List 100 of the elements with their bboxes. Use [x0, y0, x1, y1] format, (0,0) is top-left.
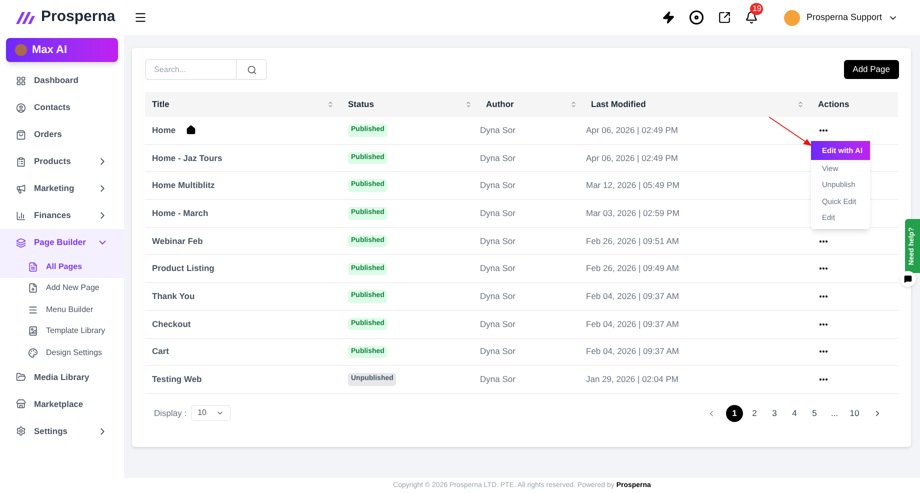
book-icon [28, 326, 38, 336]
column-header: Actions [811, 92, 898, 117]
page-button[interactable]: 10 [846, 404, 863, 422]
modified-date: Apr 06, 2026 | 02:49 PM [586, 152, 678, 164]
modified-date: Feb 04, 2026 | 09:37 AM [586, 318, 679, 331]
submenu-item[interactable]: All Pages [0, 256, 124, 278]
page-title[interactable]: Home - Jaz Tours [152, 152, 222, 164]
submenu-item[interactable]: Template Library [0, 320, 124, 342]
page-button[interactable]: 5 [806, 404, 823, 422]
author-name: Dyna Sor [480, 207, 516, 220]
avatar-icon [784, 10, 800, 26]
sidebar-item[interactable]: Contacts [0, 94, 124, 121]
settings-icon [16, 426, 26, 436]
modified-date: Apr 06, 2026 | 02:49 PM [586, 124, 678, 137]
add-page-button[interactable]: Add Page [844, 60, 899, 79]
modified-date: Mar 12, 2026 | 05:49 PM [586, 179, 680, 192]
external-link-icon[interactable] [718, 11, 732, 24]
page-title[interactable]: Home Multiblitz [152, 179, 215, 192]
more-options-icon[interactable] [819, 240, 828, 243]
logo-icon [16, 12, 37, 24]
menu-icon [28, 304, 38, 315]
sidebar-item[interactable]: Marketing [0, 175, 124, 202]
page-title[interactable]: Home [152, 124, 176, 137]
page-button[interactable]: ... [826, 404, 843, 422]
page-button[interactable]: 3 [766, 404, 783, 422]
page-button[interactable]: 4 [786, 404, 803, 422]
max-ai-button[interactable]: Max AI [6, 38, 118, 62]
modified-date: Feb 04, 2026 | 09:37 AM [586, 345, 679, 358]
page-title[interactable]: Product Listing [152, 262, 214, 276]
page-title[interactable]: Testing Web [152, 373, 202, 386]
author-name: Dyna Sor [480, 373, 516, 386]
clipboard-icon [16, 156, 26, 166]
page-button[interactable]: 1 [726, 404, 743, 422]
notification-badge: 19 [750, 3, 764, 15]
search-field[interactable]: Search... [145, 59, 237, 80]
next-page-icon[interactable] [873, 408, 882, 418]
modified-date: Feb 26, 2026 | 09:51 AM [586, 234, 679, 248]
chat-icon [904, 275, 912, 283]
user-circle-icon [16, 102, 26, 112]
page-title[interactable]: Webinar Feb [152, 234, 203, 248]
user-menu[interactable]: Prosperna Support [784, 10, 898, 26]
search-icon [246, 64, 256, 74]
page-title[interactable]: Thank You [152, 290, 195, 303]
previous-page-icon[interactable] [707, 408, 716, 418]
add-document-icon [28, 283, 38, 294]
sidebar-item[interactable]: Dashboard [0, 67, 124, 94]
column-header[interactable]: Author [479, 92, 584, 117]
brand-name: Prosperna [41, 7, 116, 28]
modified-date: Feb 04, 2026 | 09:37 AM [586, 290, 679, 303]
annotation-arrow [768, 116, 813, 147]
page-button[interactable]: 2 [746, 404, 763, 422]
sidebar-toggle-icon[interactable] [134, 11, 147, 24]
grid-icon [16, 76, 26, 86]
page-title[interactable]: Cart [152, 345, 170, 358]
avatar-icon [15, 44, 27, 56]
more-options-icon[interactable] [819, 350, 828, 354]
more-options-icon[interactable] [819, 267, 828, 270]
bar-chart-icon [16, 210, 26, 220]
document-icon [28, 262, 38, 272]
author-name: Dyna Sor [480, 124, 516, 137]
column-header[interactable]: Last Modified [584, 92, 811, 117]
sidebar-item[interactable]: Marketplace [0, 390, 124, 418]
author-name: Dyna Sor [480, 345, 516, 358]
column-header[interactable]: Status [341, 92, 479, 117]
more-options-icon[interactable] [819, 294, 828, 298]
sidebar-item[interactable]: Settings [0, 418, 124, 444]
sidebar-item[interactable]: Page Builder [0, 229, 124, 256]
page-title[interactable]: Checkout [152, 318, 191, 331]
author-name: Dyna Sor [480, 290, 516, 303]
sidebar-item[interactable]: Orders [0, 121, 124, 148]
sidebar-item[interactable]: Products [0, 148, 124, 175]
more-options-icon[interactable] [819, 322, 828, 326]
search-button[interactable] [237, 59, 267, 80]
megaphone-icon [16, 184, 26, 194]
display-label: Display : [154, 407, 187, 420]
lightning-icon[interactable] [662, 11, 676, 24]
more-options-icon[interactable] [819, 378, 828, 382]
column-header[interactable]: Title [145, 92, 341, 117]
bag-icon [16, 130, 26, 140]
sidebar-item[interactable]: Media Library [0, 364, 124, 390]
target-icon[interactable] [689, 10, 704, 25]
layers-icon [16, 238, 26, 248]
modified-date: Feb 26, 2026 | 09:49 AM [586, 262, 679, 276]
page-size-select[interactable]: 10 [190, 405, 231, 422]
author-name: Dyna Sor [480, 152, 516, 164]
submenu-item[interactable]: Design Settings [0, 342, 124, 364]
submenu-item[interactable]: Add New Page [0, 278, 124, 299]
store-icon [16, 399, 26, 409]
folder-icon [16, 372, 26, 382]
author-name: Dyna Sor [480, 318, 516, 331]
more-options-icon[interactable] [819, 128, 828, 132]
bell-icon[interactable] [745, 11, 758, 24]
sidebar-item[interactable]: Finances [0, 202, 124, 229]
submenu-item[interactable]: Menu Builder [0, 299, 124, 320]
modified-date: Mar 03, 2026 | 02:59 PM [586, 207, 680, 220]
author-name: Dyna Sor [480, 179, 516, 192]
palette-icon [28, 348, 38, 358]
modified-date: Jan 29, 2026 | 02:04 PM [586, 373, 678, 386]
author-name: Dyna Sor [480, 262, 516, 276]
page-title[interactable]: Home - March [152, 207, 208, 220]
